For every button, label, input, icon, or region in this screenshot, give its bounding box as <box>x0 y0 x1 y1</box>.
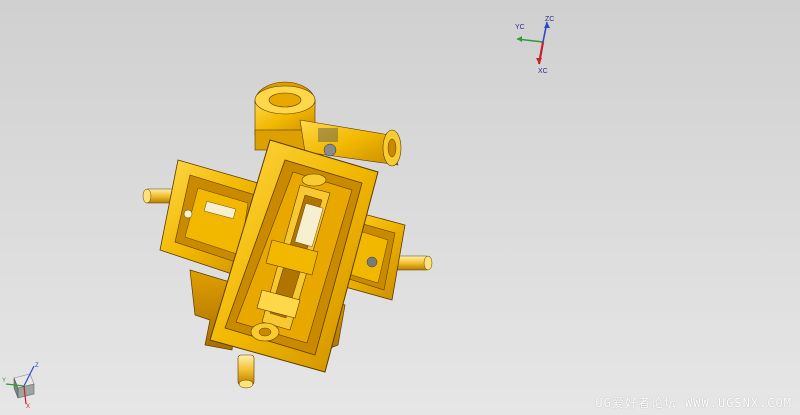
wcs-triad: YC ZC XC <box>515 16 554 75</box>
right-shaft <box>394 255 433 271</box>
triad-z-label: Z <box>35 363 39 369</box>
bottom-shaft <box>237 354 255 389</box>
graphics-viewport[interactable]: YC ZC XC Z Y X UG爱好者论坛 WWW.UGSNX.COM <box>0 0 800 415</box>
assembly-model[interactable] <box>0 0 800 415</box>
wcs-yc-label: YC <box>515 24 525 31</box>
triad-y-label: Y <box>2 378 6 384</box>
view-triad-icon[interactable]: Z Y X <box>2 360 46 408</box>
triad-x-label: X <box>26 404 30 408</box>
watermark-text: UG爱好者论坛 WWW.UGSNX.COM <box>595 396 792 410</box>
central-frame <box>209 139 379 373</box>
wcs-zc-label: ZC <box>545 16 554 23</box>
wcs-xc-label: XC <box>538 68 548 75</box>
